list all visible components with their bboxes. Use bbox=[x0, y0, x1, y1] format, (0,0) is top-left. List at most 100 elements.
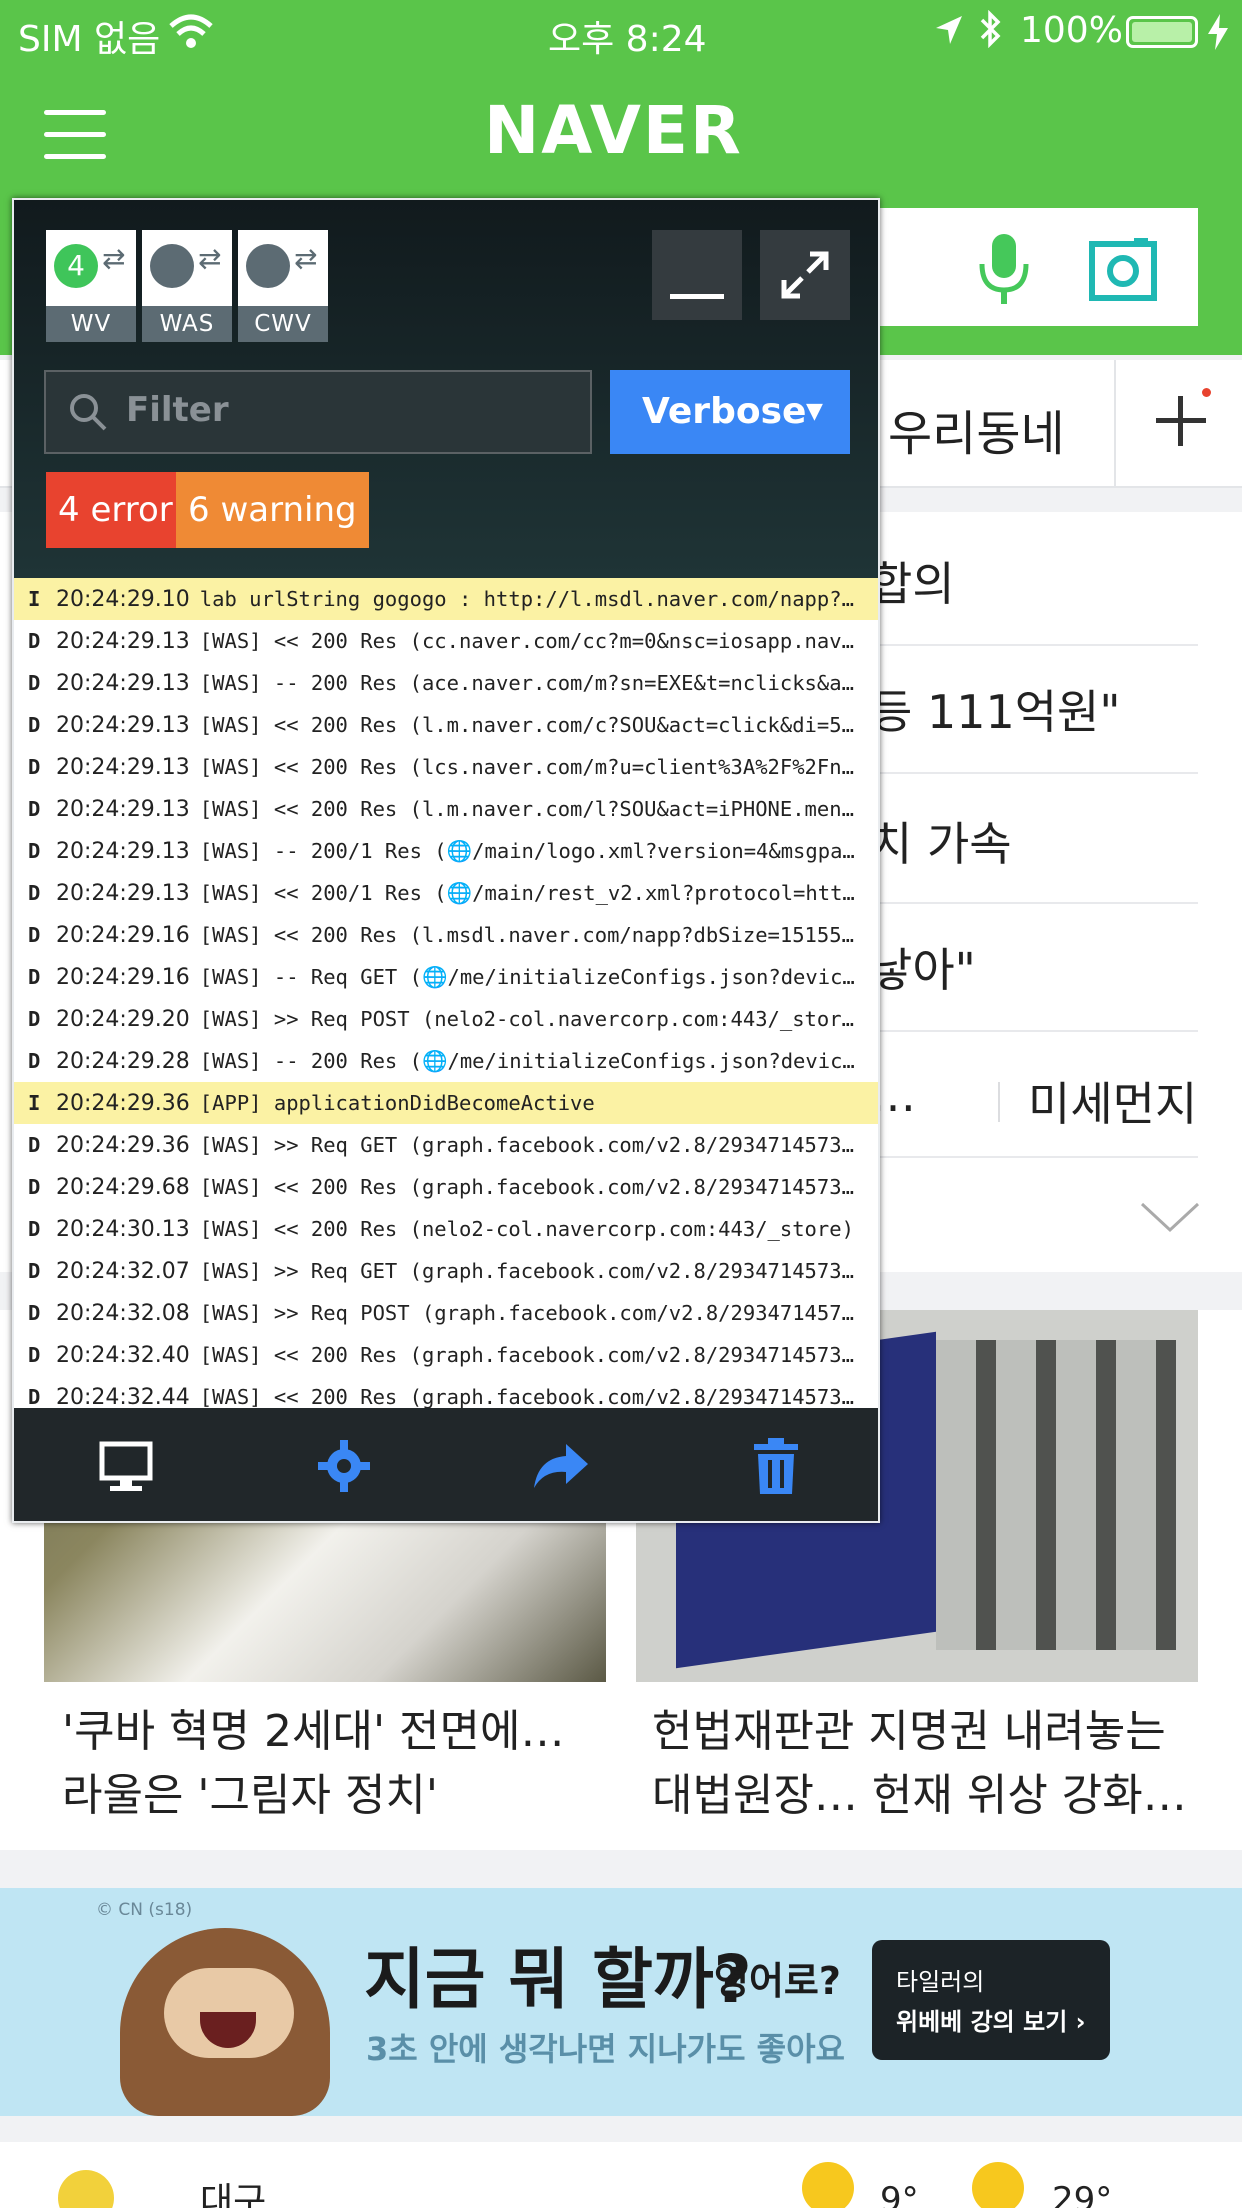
news-item[interactable]: 합의 bbox=[870, 548, 955, 614]
log-level: D bbox=[28, 1175, 41, 1199]
log-row[interactable]: D 20:24:32.44 [WAS] << 200 Res (graph.face… bbox=[14, 1376, 878, 1408]
log-timestamp: 20:24:32.40 bbox=[56, 1343, 190, 1368]
log-row[interactable]: D 20:24:29.13 [WAS] << 200 Res (cc.naver.c… bbox=[14, 620, 878, 662]
news-item[interactable]: 치 가속 bbox=[870, 808, 1012, 874]
news-item[interactable]: 등 111억원" bbox=[870, 676, 1121, 742]
naver-logo[interactable]: NAVER bbox=[484, 92, 743, 169]
log-message: [WAS] << 200 Res (graph.facebook.com/v2.… bbox=[199, 1385, 854, 1408]
weather-temp-low: 9° bbox=[880, 2180, 919, 2208]
expand-icon bbox=[781, 251, 829, 299]
debug-console: 4 ⇄ WV ⇄ WAS ⇄ CWV Filter Verbose ▼ 4 er… bbox=[12, 198, 880, 1523]
log-message: lab urlString gogogo : http://l.msdl.nav… bbox=[199, 587, 854, 611]
dropdown-caret-icon: ▼ bbox=[806, 399, 823, 424]
log-message: [WAS] -- Req GET (🌐/me/initializeConfigs… bbox=[199, 965, 855, 989]
log-level: D bbox=[28, 1343, 41, 1367]
tab-local[interactable]: 우리동네 bbox=[888, 394, 1065, 464]
log-row[interactable]: D 20:24:32.08 [WAS] >> Req POST (graph.fac… bbox=[14, 1292, 878, 1334]
log-level: D bbox=[28, 671, 41, 695]
count-badge bbox=[246, 244, 290, 288]
log-timestamp: 20:24:32.07 bbox=[56, 1259, 190, 1284]
filter-placeholder: Filter bbox=[126, 390, 229, 430]
log-level-select[interactable]: Verbose ▼ bbox=[610, 370, 850, 454]
log-message: [WAS] << 200 Res (graph.facebook.com/v2.… bbox=[199, 1343, 854, 1367]
ad-cta-button[interactable]: 타일러의 위베베 강의 보기 › bbox=[872, 1940, 1110, 2060]
menu-icon[interactable] bbox=[44, 110, 106, 160]
log-message: [WAS] >> Req GET (graph.facebook.com/v2.… bbox=[199, 1259, 854, 1283]
log-row[interactable]: I 20:24:29.10 lab urlString gogogo : http:… bbox=[14, 578, 878, 620]
log-level: D bbox=[28, 755, 41, 779]
filter-input[interactable]: Filter bbox=[44, 370, 592, 454]
weather-city: 대구 bbox=[200, 2181, 267, 2208]
error-badge[interactable]: 4 error bbox=[46, 472, 185, 548]
log-message: [APP] applicationDidBecomeActive bbox=[199, 1091, 595, 1115]
trash-icon[interactable] bbox=[746, 1436, 806, 1496]
log-row[interactable]: D 20:24:29.13 [WAS] << 200/1 Res (🌐/main/r… bbox=[14, 872, 878, 914]
bear-illustration bbox=[120, 1928, 330, 2116]
log-timestamp: 20:24:29.20 bbox=[56, 1007, 190, 1032]
log-row[interactable]: D 20:24:32.40 [WAS] << 200 Res (graph.face… bbox=[14, 1334, 878, 1376]
log-row[interactable]: D 20:24:29.68 [WAS] << 200 Res (graph.face… bbox=[14, 1166, 878, 1208]
log-timestamp: 20:24:29.13 bbox=[56, 671, 190, 696]
log-row[interactable]: D 20:24:32.07 [WAS] >> Req GET (graph.face… bbox=[14, 1250, 878, 1292]
log-row[interactable]: D 20:24:29.13 [WAS] << 200 Res (lcs.naver.… bbox=[14, 746, 878, 788]
ad-banner[interactable]: © CN (s18) 지금 뭐 할까? 영어로? 3초 안에 생각나면 지나가도… bbox=[0, 1888, 1242, 2116]
sun-icon bbox=[802, 2162, 854, 2208]
sun-icon bbox=[972, 2162, 1024, 2208]
log-row[interactable]: D 20:24:29.36 [WAS] >> Req GET (graph.face… bbox=[14, 1124, 878, 1166]
news-item[interactable]: 낳아" bbox=[870, 934, 976, 1000]
log-message: [WAS] << 200 Res (cc.naver.com/cc?m=0&ns… bbox=[199, 629, 854, 653]
mic-icon[interactable] bbox=[976, 232, 1032, 308]
log-row[interactable]: D 20:24:29.13 [WAS] -- 200/1 Res (🌐/main/l… bbox=[14, 830, 878, 872]
log-timestamp: 20:24:29.13 bbox=[56, 881, 190, 906]
log-message: [WAS] >> Req POST (nelo2-col.navercorp.c… bbox=[199, 1007, 854, 1031]
expand-button[interactable] bbox=[760, 230, 850, 320]
news-card-title[interactable]: 헌법재판관 지명권 내려놓는 대법원장… 헌재 위상 강화… bbox=[652, 1700, 1192, 1828]
settings-gear-icon[interactable] bbox=[314, 1436, 374, 1496]
ad-headline-suffix: 영어로? bbox=[714, 1959, 841, 2003]
log-timestamp: 20:24:29.13 bbox=[56, 629, 190, 654]
log-timestamp: 20:24:29.28 bbox=[56, 1049, 190, 1074]
log-message: [WAS] << 200 Res (graph.facebook.com/v2.… bbox=[199, 1175, 854, 1199]
bluetooth-icon bbox=[980, 10, 1001, 48]
log-timestamp: 20:24:29.13 bbox=[56, 713, 190, 738]
minimize-icon bbox=[670, 294, 724, 299]
keyword-dust[interactable]: 미세먼지 bbox=[1028, 1068, 1197, 1134]
log-timestamp: 20:24:32.44 bbox=[56, 1385, 190, 1408]
search-box[interactable] bbox=[880, 208, 1198, 326]
log-row[interactable]: D 20:24:29.28 [WAS] -- 200 Res (🌐/me/initi… bbox=[14, 1040, 878, 1082]
news-card-title[interactable]: '쿠바 혁명 2세대' 전면에… 라울은 '그림자 정치' bbox=[62, 1700, 602, 1828]
log-row[interactable]: D 20:24:29.13 [WAS] << 200 Res (l.m.naver.… bbox=[14, 788, 878, 830]
log-row[interactable]: D 20:24:30.13 [WAS] << 200 Res (nelo2-col.… bbox=[14, 1208, 878, 1250]
log-message: [WAS] -- 200/1 Res (🌐/main/logo.xml?vers… bbox=[199, 839, 855, 863]
screen-icon[interactable] bbox=[96, 1436, 156, 1496]
log-level: D bbox=[28, 881, 41, 905]
camera-search-icon[interactable] bbox=[1088, 236, 1158, 302]
log-timestamp: 20:24:29.13 bbox=[56, 797, 190, 822]
log-level: D bbox=[28, 713, 41, 737]
log-row[interactable]: D 20:24:29.13 [WAS] << 200 Res (l.m.naver.… bbox=[14, 704, 878, 746]
wifi-icon bbox=[169, 14, 213, 48]
log-list[interactable]: I 20:24:29.10 lab urlString gogogo : http:… bbox=[14, 578, 878, 1408]
log-timestamp: 20:24:29.10 bbox=[56, 587, 190, 612]
log-row[interactable]: D 20:24:29.16 [WAS] << 200 Res (l.msdl.nav… bbox=[14, 914, 878, 956]
log-level: D bbox=[28, 1133, 41, 1157]
share-icon[interactable] bbox=[530, 1436, 590, 1496]
log-level: D bbox=[28, 923, 41, 947]
log-row[interactable]: D 20:24:29.20 [WAS] >> Req POST (nelo2-col… bbox=[14, 998, 878, 1040]
chevron-down-icon[interactable] bbox=[1140, 1200, 1200, 1234]
log-level: D bbox=[28, 1385, 41, 1408]
log-row[interactable]: D 20:24:29.16 [WAS] -- Req GET (🌐/me/initi… bbox=[14, 956, 878, 998]
count-badge bbox=[150, 244, 194, 288]
tag-was[interactable]: ⇄ WAS bbox=[142, 230, 232, 342]
tag-wv[interactable]: 4 ⇄ WV bbox=[46, 230, 136, 342]
log-timestamp: 20:24:32.08 bbox=[56, 1301, 190, 1326]
minimize-button[interactable] bbox=[652, 230, 742, 320]
tag-cwv[interactable]: ⇄ CWV bbox=[238, 230, 328, 342]
log-row[interactable]: D 20:24:29.13 [WAS] -- 200 Res (ace.naver.… bbox=[14, 662, 878, 704]
log-level: D bbox=[28, 1301, 41, 1325]
warning-badge[interactable]: 6 warning bbox=[176, 472, 369, 548]
log-level: I bbox=[28, 587, 41, 611]
add-tab-icon[interactable] bbox=[1156, 388, 1211, 446]
log-row[interactable]: I 20:24:29.36 [APP] applicationDidBecomeAc… bbox=[14, 1082, 878, 1124]
status-time: 오후 8:24 bbox=[548, 19, 707, 60]
